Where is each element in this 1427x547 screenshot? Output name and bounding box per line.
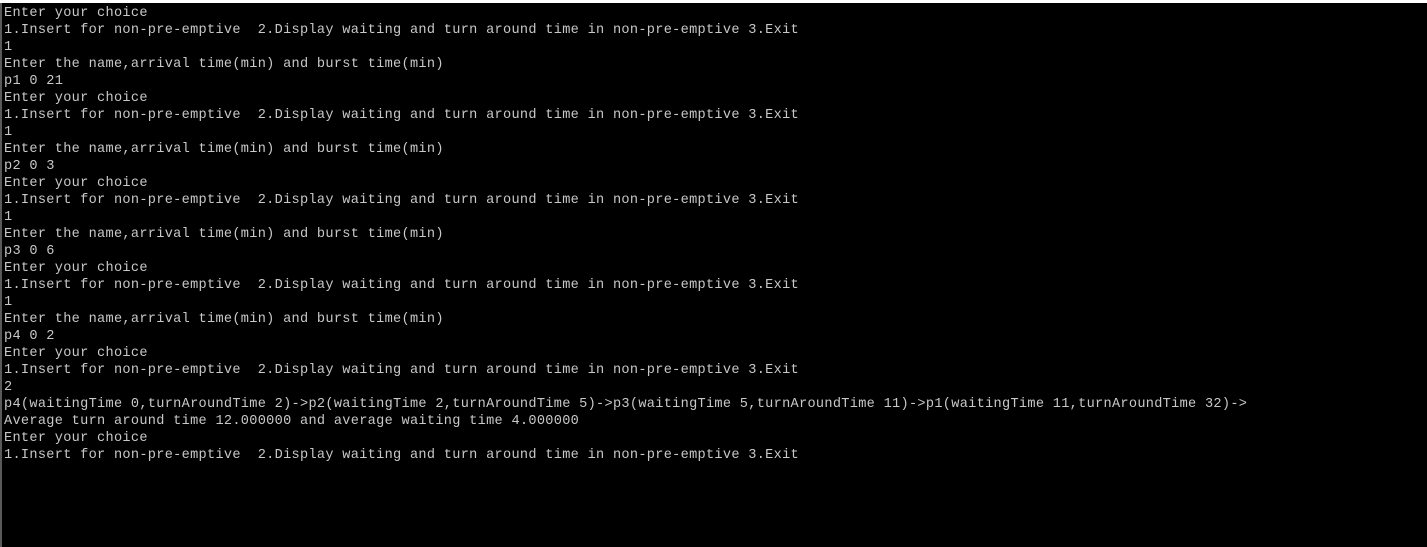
- console-line: p1 0 21: [4, 74, 64, 89]
- console-window[interactable]: Enter your choice 1.Insert for non-pre-em…: [0, 3, 1427, 547]
- console-line: 1.Insert for non-pre-emptive 2.Display w…: [4, 448, 800, 463]
- console-line: Enter the name,arrival time(min) and bur…: [4, 142, 444, 157]
- console-line: Enter the name,arrival time(min) and bur…: [4, 227, 444, 242]
- console-line: 1.Insert for non-pre-emptive 2.Display w…: [4, 363, 800, 378]
- console-line: Enter the name,arrival time(min) and bur…: [4, 312, 444, 327]
- console-line: Enter your choice: [4, 91, 148, 106]
- console-line: 2: [4, 380, 13, 395]
- console-line: Enter your choice: [4, 176, 148, 191]
- console-line: Enter the name,arrival time(min) and bur…: [4, 57, 444, 72]
- console-line: 1: [4, 125, 13, 140]
- console-line: 1: [4, 295, 13, 310]
- console-line: 1.Insert for non-pre-emptive 2.Display w…: [4, 23, 800, 38]
- console-line: p3 0 6: [4, 244, 55, 259]
- console-line: p2 0 3: [4, 159, 55, 174]
- console-line: Enter your choice: [4, 261, 148, 276]
- console-line: Enter your choice: [4, 6, 148, 21]
- console-line: p4(waitingTime 0,turnAroundTime 2)->p2(w…: [4, 397, 1248, 412]
- console-line: 1: [4, 210, 13, 225]
- console-line: 1.Insert for non-pre-emptive 2.Display w…: [4, 108, 800, 123]
- console-line: p4 0 2: [4, 329, 55, 344]
- console-line: 1.Insert for non-pre-emptive 2.Display w…: [4, 193, 800, 208]
- console-line: 1: [4, 40, 13, 55]
- console-output: Enter your choice 1.Insert for non-pre-em…: [4, 5, 1247, 464]
- console-line: 1.Insert for non-pre-emptive 2.Display w…: [4, 278, 800, 293]
- console-line: Average turn around time 12.000000 and a…: [4, 414, 580, 429]
- console-line: Enter your choice: [4, 431, 148, 446]
- console-line: Enter your choice: [4, 346, 148, 361]
